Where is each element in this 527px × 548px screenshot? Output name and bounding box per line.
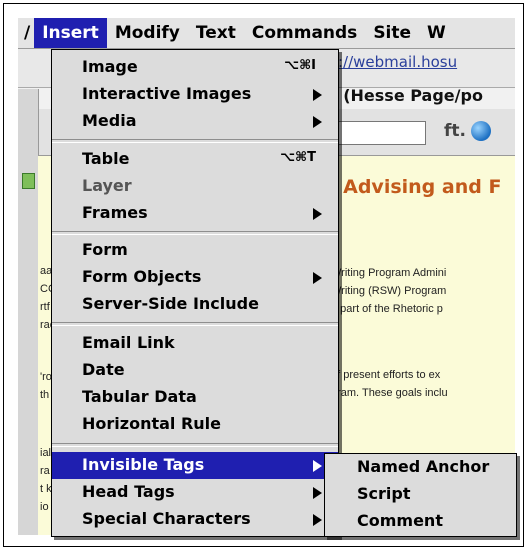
- menu-item-layer[interactable]: Layer: [52, 173, 338, 200]
- menu-item-label: Form Objects: [82, 267, 202, 286]
- body-line: Writing Program Admini: [331, 267, 447, 279]
- menu-item-label: Table: [82, 149, 130, 168]
- menu-item-invisible-tags[interactable]: Invisible Tags: [52, 452, 338, 479]
- body-line: Writing (RSW) Program: [331, 285, 447, 297]
- menu-separator: [52, 443, 338, 447]
- file-management-icon[interactable]: ft.: [444, 121, 466, 141]
- submenu-item-label: Named Anchor: [357, 457, 490, 476]
- submenu-arrow-icon: [313, 208, 322, 220]
- menu-item-label: Server-Side Include: [82, 294, 259, 313]
- submenu-item-label: Script: [357, 484, 411, 503]
- left-text-fragment: t k: [40, 483, 52, 495]
- menu-separator: [52, 231, 338, 235]
- menu-separator: [52, 322, 338, 326]
- submenu-arrow-icon: [313, 272, 322, 284]
- menu-item-media[interactable]: Media: [52, 108, 338, 135]
- menubar-item-commands[interactable]: Commands: [244, 18, 365, 48]
- menu-item-label: Frames: [82, 203, 148, 222]
- left-panel: [18, 89, 39, 535]
- shortcut-label: ⌥⌘T: [280, 150, 316, 165]
- menu-item-label: Invisible Tags: [82, 455, 205, 474]
- submenu-arrow-icon: [313, 116, 322, 128]
- submenu-arrow-icon: [313, 487, 322, 499]
- menu-bar: / Insert Modify Text Commands Site W: [18, 18, 515, 49]
- submenu-item-label: Comment: [357, 511, 443, 530]
- insert-menu: Image ⌥⌘I Interactive Images Media Table…: [51, 49, 339, 537]
- menubar-item-text[interactable]: Text: [188, 18, 244, 48]
- submenu-arrow-icon: [313, 460, 322, 472]
- menu-item-horizontal-rule[interactable]: Horizontal Rule: [52, 411, 338, 438]
- menu-item-label: Image: [82, 57, 138, 76]
- body-line: of present efforts to ex: [331, 369, 441, 381]
- submenu-arrow-icon: [313, 89, 322, 101]
- menu-item-label: Special Characters: [82, 509, 251, 528]
- menubar-item-site[interactable]: Site: [365, 18, 419, 48]
- menu-item-tabular-data[interactable]: Tabular Data: [52, 384, 338, 411]
- menu-separator: [52, 139, 338, 143]
- document-title: t (Hesse Page/po: [330, 86, 483, 105]
- menu-item-interactive-images[interactable]: Interactive Images: [52, 81, 338, 108]
- submenu-item-script[interactable]: Script: [325, 481, 516, 508]
- menu-item-image[interactable]: Image ⌥⌘I: [52, 54, 338, 81]
- submenu-item-comment[interactable]: Comment: [325, 508, 516, 535]
- menubar-item-insert[interactable]: Insert: [34, 18, 107, 48]
- body-line: e part of the Rhetoric p: [331, 303, 443, 315]
- globe-icon[interactable]: [471, 121, 491, 141]
- menu-item-label: Email Link: [82, 333, 175, 352]
- body-line: gram. These goals inclu: [331, 387, 448, 399]
- menu-item-date[interactable]: Date: [52, 357, 338, 384]
- menubar-item-window[interactable]: W: [419, 18, 454, 48]
- invisible-tags-submenu: Named Anchor Script Comment: [324, 453, 517, 537]
- menu-item-label: Head Tags: [82, 482, 175, 501]
- screenshot-frame: ://webmail.hosu t (Hesse Page/po ft. l A…: [3, 3, 524, 547]
- menu-item-label: Layer: [82, 176, 132, 195]
- menu-item-server-side-include[interactable]: Server-Side Include: [52, 291, 338, 318]
- left-text-fragment: ial: [40, 447, 52, 459]
- menu-item-table[interactable]: Table ⌥⌘T: [52, 146, 338, 173]
- left-text-fragment: rtf: [40, 301, 50, 313]
- menu-item-form[interactable]: Form: [52, 237, 338, 264]
- title-field[interactable]: [330, 121, 426, 145]
- left-text-fragment: io: [40, 501, 49, 513]
- url-text[interactable]: ://webmail.hosu: [338, 53, 457, 71]
- menu-item-form-objects[interactable]: Form Objects: [52, 264, 338, 291]
- menubar-item-modify[interactable]: Modify: [107, 18, 188, 48]
- submenu-arrow-icon: [313, 514, 322, 526]
- menubar-item-view[interactable]: /: [18, 18, 34, 48]
- panel-icon[interactable]: [22, 173, 35, 189]
- left-text-fragment: th: [40, 389, 50, 401]
- menu-item-special-characters[interactable]: Special Characters: [52, 506, 338, 533]
- menu-item-label: Tabular Data: [82, 387, 197, 406]
- menu-item-label: Interactive Images: [82, 84, 252, 103]
- menu-item-label: Media: [82, 111, 137, 130]
- menu-item-email-link[interactable]: Email Link: [52, 330, 338, 357]
- shortcut-label: ⌥⌘I: [284, 58, 316, 73]
- menu-item-label: Horizontal Rule: [82, 414, 221, 433]
- menu-item-label: Date: [82, 360, 125, 379]
- menu-item-frames[interactable]: Frames: [52, 200, 338, 227]
- submenu-item-named-anchor[interactable]: Named Anchor: [325, 454, 516, 481]
- menu-item-label: Form: [82, 240, 128, 259]
- left-text-fragment: ra: [40, 465, 50, 477]
- page-heading: l Advising and F: [330, 176, 502, 198]
- menu-item-head-tags[interactable]: Head Tags: [52, 479, 338, 506]
